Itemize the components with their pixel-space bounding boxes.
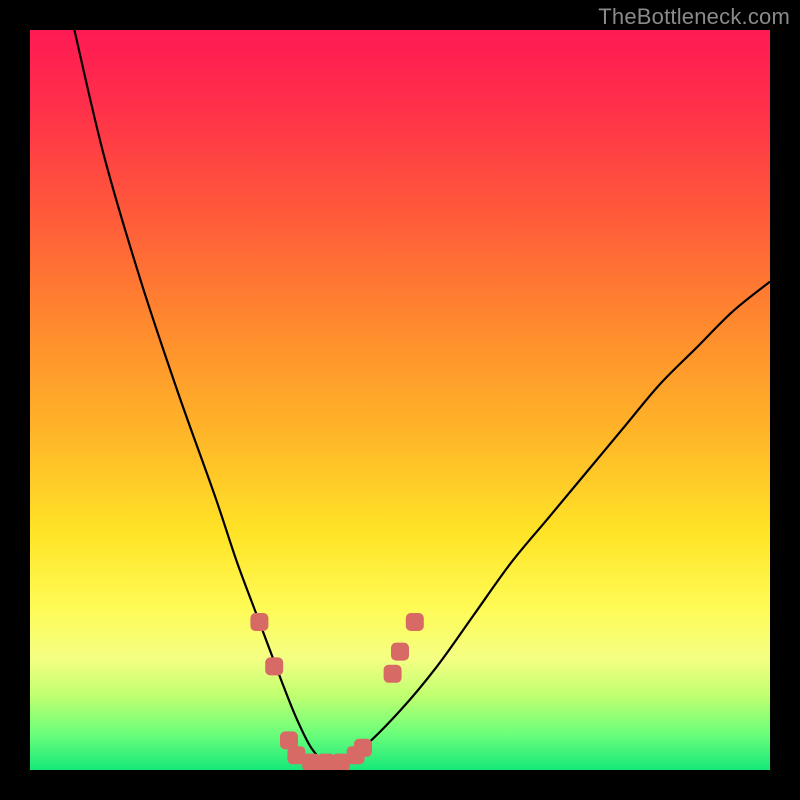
curve-marker (354, 739, 372, 757)
chart-frame: TheBottleneck.com (0, 0, 800, 800)
curve-markers (250, 613, 423, 770)
curve-marker (391, 643, 409, 661)
bottleneck-curve-path (74, 30, 770, 764)
plot-area (30, 30, 770, 770)
watermark-text: TheBottleneck.com (598, 4, 790, 30)
curve-marker (384, 665, 402, 683)
curve-marker (265, 657, 283, 675)
curve-marker (406, 613, 424, 631)
curve-marker (250, 613, 268, 631)
bottleneck-curve-svg (30, 30, 770, 770)
